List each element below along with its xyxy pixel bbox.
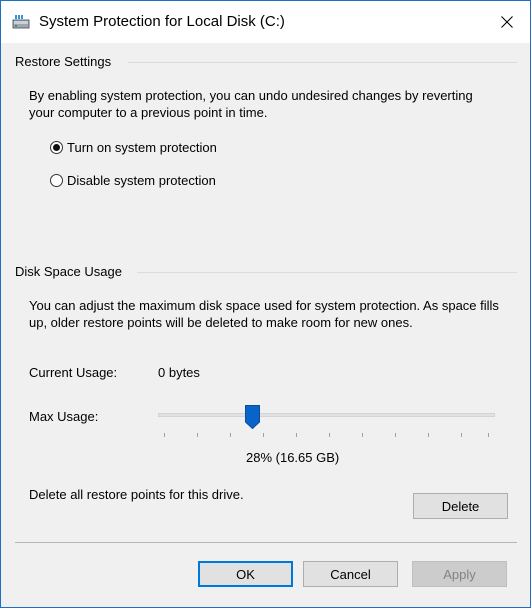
radio-selected-indicator[interactable] [50, 141, 63, 154]
slider-tick [488, 433, 489, 437]
current-usage-value: 0 bytes [158, 365, 200, 380]
disk-drive-icon [12, 15, 30, 29]
slider-tick [395, 433, 396, 437]
close-button[interactable] [484, 1, 530, 43]
slider-tick [428, 433, 429, 437]
window-title: System Protection for Local Disk (C:) [39, 13, 285, 30]
cancel-button[interactable]: Cancel [303, 561, 398, 587]
slider-tick [329, 433, 330, 437]
max-usage-slider[interactable] [158, 413, 495, 417]
dialog-window: System Protection for Local Disk (C:) Re… [0, 0, 531, 608]
footer-separator [15, 542, 517, 543]
apply-button[interactable]: Apply [412, 561, 507, 587]
disable-protection-radio[interactable]: Disable system protection [50, 173, 216, 188]
slider-tick [197, 433, 198, 437]
disk-space-description: You can adjust the maximum disk space us… [29, 298, 499, 330]
disable-protection-label[interactable]: Disable system protection [67, 173, 216, 188]
slider-tick [362, 433, 363, 437]
max-usage-label: Max Usage: [29, 409, 99, 424]
restore-settings-divider [128, 62, 517, 63]
slider-tick [263, 433, 264, 437]
current-usage-label: Current Usage: [29, 365, 118, 380]
restore-settings-description: By enabling system protection, you can u… [29, 88, 473, 120]
slider-tick [296, 433, 297, 437]
slider-tick [164, 433, 165, 437]
close-icon [501, 16, 513, 28]
delete-restore-points-text: Delete all restore points for this drive… [29, 487, 244, 502]
max-usage-value: 28% (16.65 GB) [246, 450, 340, 465]
slider-thumb[interactable] [245, 405, 260, 429]
disk-space-title: Disk Space Usage [15, 264, 122, 279]
restore-settings-title: Restore Settings [15, 54, 112, 69]
slider-tick [230, 433, 231, 437]
delete-button[interactable]: Delete [413, 493, 508, 519]
disk-space-divider [137, 272, 517, 273]
radio-unselected-indicator[interactable] [50, 174, 63, 187]
title-bar[interactable]: System Protection for Local Disk (C:) [1, 1, 530, 43]
turn-on-protection-radio[interactable]: Turn on system protection [50, 140, 217, 155]
ok-button[interactable]: OK [198, 561, 293, 587]
slider-tick [461, 433, 462, 437]
turn-on-protection-label[interactable]: Turn on system protection [67, 140, 217, 155]
